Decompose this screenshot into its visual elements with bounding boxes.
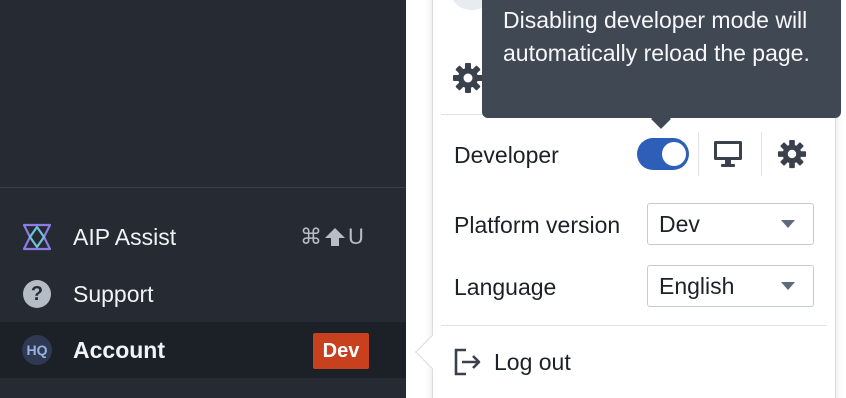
language-label: Language [454,274,557,300]
sidebar-item-label: Account [73,336,165,363]
sidebar-item-label: AIP Assist [73,223,177,250]
caret-down-icon [781,282,795,290]
toggle-knob [662,142,686,166]
help-icon: ? [22,279,52,309]
divider [761,132,762,176]
platform-version-select[interactable]: Dev [647,203,814,245]
shortcut-letter: U [348,224,364,249]
monitor-icon[interactable] [711,136,745,172]
avatar: HQ [22,335,52,365]
tooltip: Disabling developer mode will automatica… [482,0,841,118]
keyboard-shortcut: ⌘ U [300,224,364,250]
logout-label: Log out [494,348,571,375]
gear-icon[interactable] [775,136,809,172]
caret-down-icon [781,220,795,228]
sidebar-item-aip-assist[interactable]: AIP Assist ⌘ U [0,209,406,265]
developer-mode-toggle[interactable] [637,138,689,170]
command-key-icon: ⌘ [300,224,322,250]
log-out-icon [454,348,481,376]
language-select[interactable]: English [647,265,814,307]
platform-version-label: Platform version [454,212,621,238]
select-value: English [659,272,735,299]
sidebar-divider [0,187,406,188]
divider [698,132,699,176]
aip-assist-icon [22,222,52,252]
select-value: Dev [659,210,700,237]
status-badge: Dev [313,333,369,369]
avatar-initials: HQ [22,335,52,365]
developer-label: Developer [454,142,559,168]
divider [441,325,827,326]
sidebar-item-support[interactable]: ? Support [0,266,406,322]
logout-button[interactable]: Log out [452,344,571,380]
shift-key-icon [325,228,345,246]
sidebar-item-label: Support [73,280,154,307]
settings-gear-icon[interactable] [452,62,484,94]
